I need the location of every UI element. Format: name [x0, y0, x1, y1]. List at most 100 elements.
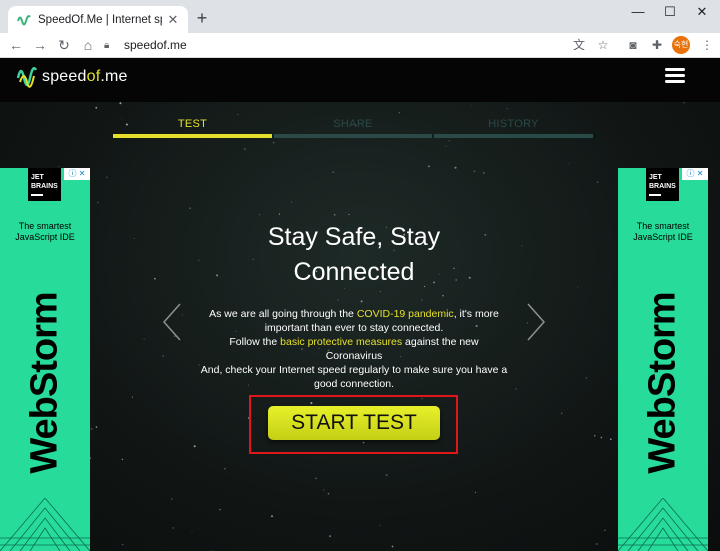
- ad-tagline: The smartest JavaScript IDE: [15, 221, 75, 242]
- star: [473, 170, 476, 173]
- star: [133, 238, 135, 239]
- star: [333, 213, 336, 216]
- star: [332, 171, 334, 174]
- bookmark-star-icon[interactable]: ☆: [594, 36, 612, 54]
- tab-test[interactable]: TEST: [113, 118, 272, 138]
- star: [683, 102, 685, 104]
- forward-button[interactable]: →: [30, 35, 50, 55]
- slide-heading: Stay Safe, Stay Connected: [267, 223, 441, 286]
- ad-choices-icon[interactable]: ⓘ ✕: [682, 168, 708, 180]
- speedofme-favicon-icon: [17, 14, 31, 25]
- ad-product-name: WebStorm: [23, 292, 66, 474]
- extensions-puzzle-icon[interactable]: ✚: [648, 36, 666, 54]
- star: [604, 529, 606, 531]
- site-logo[interactable]: speedof.me: [16, 64, 128, 90]
- ad-left[interactable]: JET BRAINS ⓘ ✕ The smartest JavaScript IDE…: [0, 168, 90, 551]
- star: [224, 468, 226, 470]
- star: [171, 498, 173, 500]
- star: [474, 491, 476, 493]
- star: [58, 166, 60, 168]
- star: [442, 294, 444, 297]
- page-content: speedof.me TEST SHARE HISTORY JET BRAINS …: [0, 58, 720, 551]
- star: [121, 543, 124, 546]
- start-test-button[interactable]: START TEST: [268, 406, 440, 440]
- star: [484, 233, 487, 236]
- star: [428, 165, 430, 168]
- ad-right[interactable]: JET BRAINS ⓘ ✕ The smartest JavaScript IDE…: [618, 168, 708, 551]
- profile-avatar[interactable]: 숙현: [672, 36, 690, 54]
- browser-toolbar: ← → ↻ ⌂ 🔒︎ speedof.me 文 ☆ ◙ ✚ 숙현 ⋮: [0, 33, 720, 58]
- star: [561, 412, 563, 414]
- star: [172, 527, 174, 529]
- back-button[interactable]: ←: [6, 35, 26, 55]
- star: [337, 299, 339, 301]
- translate-icon[interactable]: 文: [570, 36, 588, 54]
- star: [323, 489, 325, 491]
- address-bar[interactable]: 🔒︎ speedof.me: [104, 34, 644, 56]
- protective-measures-link[interactable]: basic protective measures: [280, 336, 402, 348]
- star: [379, 290, 381, 292]
- new-tab-button[interactable]: +: [192, 8, 212, 28]
- star: [421, 299, 423, 301]
- star: [329, 535, 332, 538]
- star: [398, 112, 400, 114]
- star: [121, 458, 124, 461]
- tab-share[interactable]: SHARE: [274, 118, 432, 138]
- star: [379, 525, 381, 526]
- star: [95, 106, 98, 109]
- star: [189, 207, 192, 210]
- star: [315, 477, 317, 480]
- carousel-next-arrow-icon[interactable]: [526, 302, 546, 342]
- ad-grid-graphic: [0, 498, 90, 551]
- step-tabs: TEST SHARE HISTORY: [113, 118, 593, 138]
- star: [506, 108, 508, 110]
- star: [106, 176, 108, 178]
- hamburger-menu-icon[interactable]: [665, 68, 685, 84]
- star: [391, 545, 394, 548]
- browser-tab-strip: SpeedOf.Me | Internet speed te ✕ + — ☐ ✕: [0, 0, 720, 33]
- star: [162, 355, 165, 357]
- maximize-button[interactable]: ☐: [656, 2, 684, 22]
- browser-menu-icon[interactable]: ⋮: [698, 36, 716, 54]
- home-button[interactable]: ⌂: [78, 35, 98, 55]
- star: [597, 181, 599, 183]
- star: [95, 426, 98, 428]
- star: [119, 102, 122, 105]
- tab-history[interactable]: HISTORY: [434, 118, 593, 138]
- star: [600, 436, 603, 439]
- camera-icon[interactable]: ◙: [624, 36, 642, 54]
- lock-icon: 🔒︎: [104, 39, 110, 51]
- star: [271, 515, 273, 518]
- ad-product-name: WebStorm: [641, 292, 684, 474]
- star: [577, 286, 579, 288]
- star: [182, 314, 184, 316]
- close-window-button[interactable]: ✕: [688, 2, 716, 22]
- star: [237, 113, 239, 115]
- star: [445, 146, 447, 148]
- star: [154, 277, 156, 280]
- jetbrains-logo: JET BRAINS: [646, 168, 679, 201]
- carousel-prev-arrow-icon[interactable]: [162, 302, 182, 342]
- ad-choices-icon[interactable]: ⓘ ✕: [64, 168, 90, 180]
- tab-title: SpeedOf.Me | Internet speed te: [38, 13, 162, 26]
- minimize-button[interactable]: —: [624, 2, 652, 22]
- covid-link[interactable]: COVID-19 pandemic: [357, 308, 454, 320]
- star: [521, 245, 523, 247]
- star: [454, 166, 457, 169]
- close-tab-icon[interactable]: ✕: [166, 12, 180, 28]
- star: [348, 213, 350, 216]
- star: [483, 172, 485, 174]
- star: [290, 201, 293, 203]
- star: [198, 259, 200, 261]
- reload-button[interactable]: ↻: [54, 35, 74, 55]
- star: [191, 531, 193, 532]
- star: [448, 140, 450, 142]
- browser-tab[interactable]: SpeedOf.Me | Internet speed te ✕: [8, 6, 188, 33]
- ad-grid-graphic: [618, 498, 708, 551]
- logo-wave-icon: [16, 67, 38, 88]
- star: [219, 508, 221, 511]
- jetbrains-logo: JET BRAINS: [28, 168, 61, 201]
- star: [385, 474, 388, 476]
- star: [515, 388, 517, 390]
- star: [193, 445, 196, 448]
